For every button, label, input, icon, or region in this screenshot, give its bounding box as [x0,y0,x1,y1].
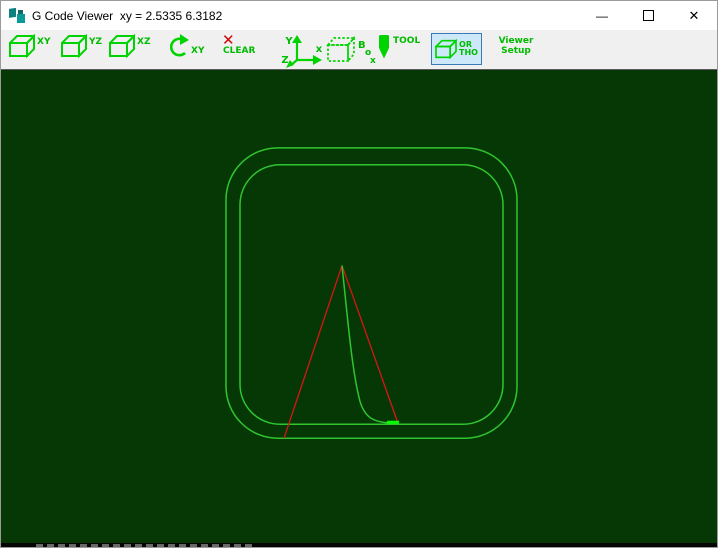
view-xz-button[interactable]: XZ [109,34,150,58]
app-icon[interactable] [8,7,26,24]
clear-button[interactable]: ✕ CLEAR [221,33,256,57]
rapid-move-left [283,265,343,439]
ortho-toggle-button[interactable]: OR THO [431,33,482,65]
clear-label: CLEAR [223,46,256,56]
cube-icon [9,34,35,58]
cube-icon [435,39,458,59]
tool-label: TOOL [393,36,421,46]
view-yz-label: YZ [89,37,103,47]
minimize-button[interactable]: — [579,1,625,30]
titlebar[interactable]: G Code Viewer xy = 2.5335 6.3182 — ✕ [1,1,717,30]
view-xy-button[interactable]: XY [9,34,50,58]
rotate-icon [169,34,189,57]
box-button[interactable]: B o x [325,35,377,66]
ortho-label-line2: THO [459,48,478,57]
gcode-viewer-window: G Code Viewer xy = 2.5335 6.3182 — ✕ XY … [0,0,718,548]
toolbar: XY YZ XZ XY ✕ CLEAR Y x Z B o x TOOL OR … [1,30,717,70]
rotate-xy-button[interactable]: XY [166,34,204,59]
maximize-icon [642,10,654,21]
minimize-icon: — [596,8,608,23]
cube-icon [109,34,135,58]
view-xy-label: XY [37,37,51,47]
view-xz-label: XZ [137,37,151,47]
toolpath-plot [225,147,518,439]
box-x-label: x [370,56,376,66]
window-controls: — ✕ [579,1,717,30]
tool-button[interactable]: TOOL [377,34,420,60]
gcode-viewport[interactable] [1,70,717,543]
window-title: G Code Viewer xy = 2.5335 6.3182 [32,8,223,23]
close-button[interactable]: ✕ [671,1,717,30]
viewer-setup-button[interactable]: Viewer Setup [492,36,540,56]
ortho-label: OR THO [459,41,478,57]
axes-button[interactable]: Y x Z [280,34,326,68]
maximize-button[interactable] [625,1,671,30]
axes-y-label: Y [284,36,293,47]
tool-icon [379,35,389,59]
statusbar-clipped-text [36,544,254,547]
inner-contour-path [239,164,504,425]
axes-z-label: Z [281,55,288,66]
viewer-setup-line1: Viewer [498,36,534,46]
axes-icon: Y x Z [281,35,323,68]
outer-contour-path [225,147,518,439]
statusbar-strip [1,543,717,547]
viewer-setup-line2: Setup [501,46,531,56]
rotate-xy-label: XY [191,46,205,56]
close-icon: ✕ [688,7,700,23]
axes-x-label: x [316,44,323,55]
view-yz-button[interactable]: YZ [61,34,102,58]
cube-icon [61,34,87,58]
box-icon: B o x [326,35,376,66]
